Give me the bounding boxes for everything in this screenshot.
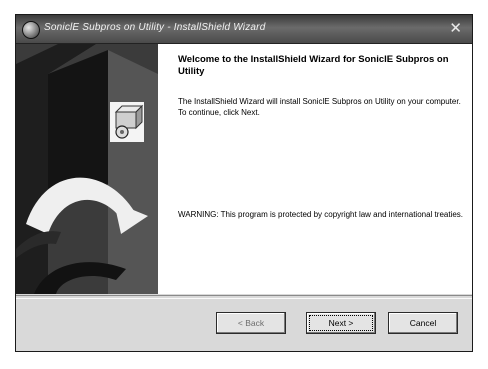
package-box-icon <box>109 101 145 143</box>
back-button[interactable]: < Back <box>216 312 286 334</box>
wizard-side-graphic <box>16 44 158 294</box>
side-graphic-art <box>16 44 158 294</box>
welcome-panel: Welcome to the InstallShield Wizard for … <box>158 44 472 294</box>
welcome-heading: Welcome to the InstallShield Wizard for … <box>178 54 449 77</box>
title-bar[interactable]: SoniclE Subpros on Utility - InstallShie… <box>16 15 472 44</box>
next-button[interactable]: Next > <box>306 312 376 334</box>
separator-line <box>16 295 472 299</box>
window-title: SoniclE Subpros on Utility - InstallShie… <box>44 22 266 33</box>
installer-window: SoniclE Subpros on Utility - InstallShie… <box>15 14 473 352</box>
cancel-button[interactable]: Cancel <box>388 312 458 334</box>
intro-text: The InstallShield Wizard will install So… <box>178 97 461 117</box>
warning-text: WARNING: This program is protected by co… <box>178 210 464 219</box>
close-icon[interactable]: ✕ <box>449 19 462 37</box>
installer-disc-icon[interactable] <box>22 21 40 39</box>
